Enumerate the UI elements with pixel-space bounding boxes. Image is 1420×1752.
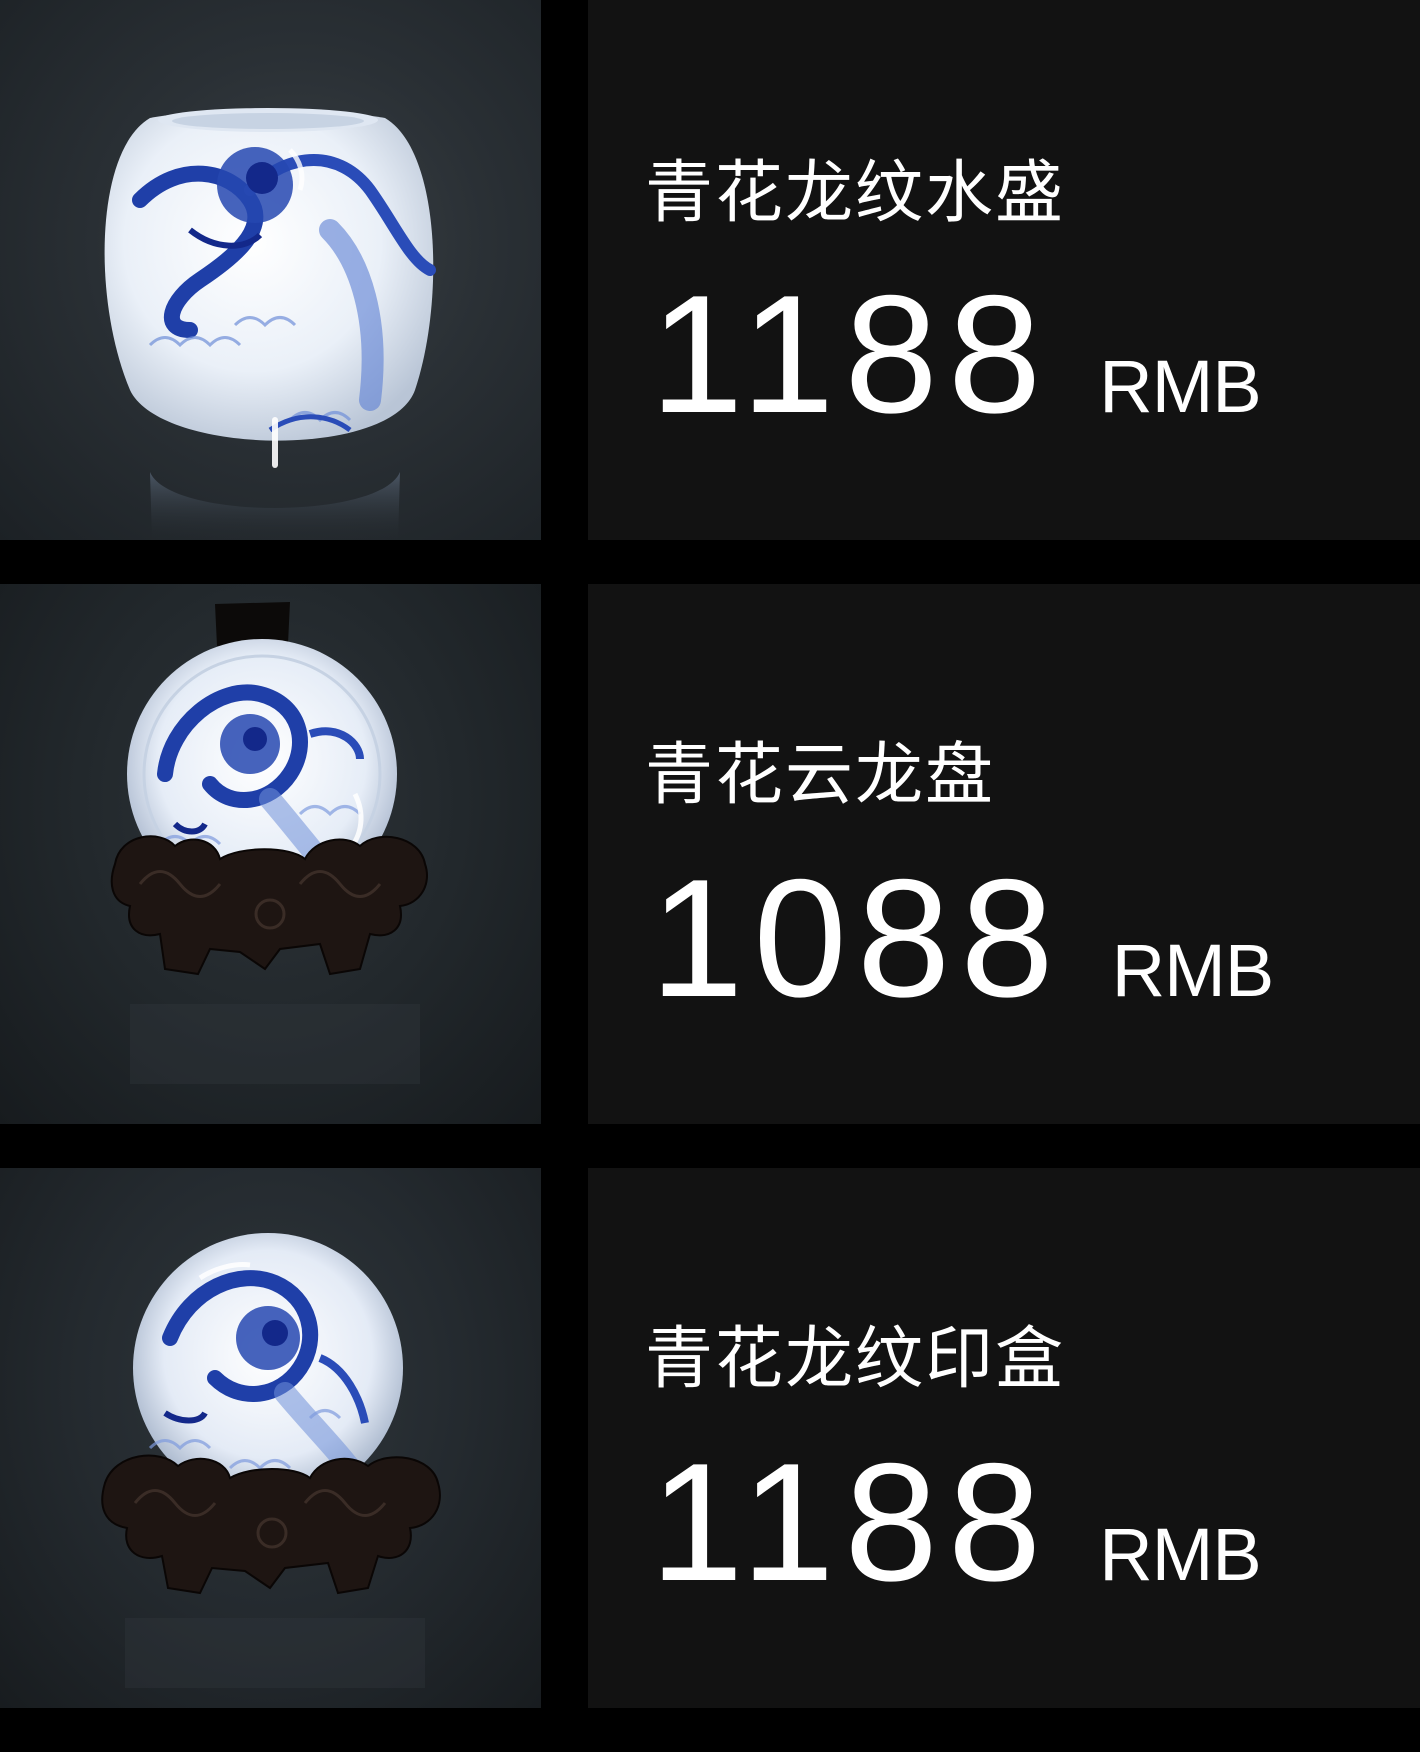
- price-currency: RMB: [1111, 929, 1274, 1012]
- price-line: 1188 RMB: [650, 270, 1262, 450]
- product-info: 青花龙纹印盒 1188 RMB: [588, 1168, 1420, 1708]
- product-price: 1188: [650, 1428, 1052, 1616]
- product-photo-seal-box: [0, 1168, 541, 1708]
- product-info: 青花云龙盘 1088 RMB: [588, 584, 1420, 1124]
- product-price: 1188: [650, 260, 1052, 448]
- price-currency: RMB: [1099, 1513, 1261, 1596]
- product-row: 青花云龙盘 1088 RMB: [0, 584, 1420, 1124]
- price-line: 1088 RMB: [650, 854, 1274, 1034]
- product-name: 青花龙纹印盒: [645, 1320, 1066, 1399]
- product-photo-water-jar: [0, 0, 541, 540]
- product-photo-dragon-plate: [0, 584, 541, 1124]
- product-row: 青花龙纹水盛 1188 RMB: [0, 0, 1420, 540]
- product-row: 青花龙纹印盒 1188 RMB: [0, 1168, 1420, 1708]
- price-currency: RMB: [1099, 345, 1261, 428]
- product-info: 青花龙纹水盛 1188 RMB: [588, 0, 1420, 540]
- product-price: 1088: [650, 844, 1064, 1032]
- price-line: 1188 RMB: [650, 1438, 1262, 1618]
- product-name: 青花云龙盘: [645, 736, 996, 815]
- product-name: 青花龙纹水盛: [645, 154, 1066, 233]
